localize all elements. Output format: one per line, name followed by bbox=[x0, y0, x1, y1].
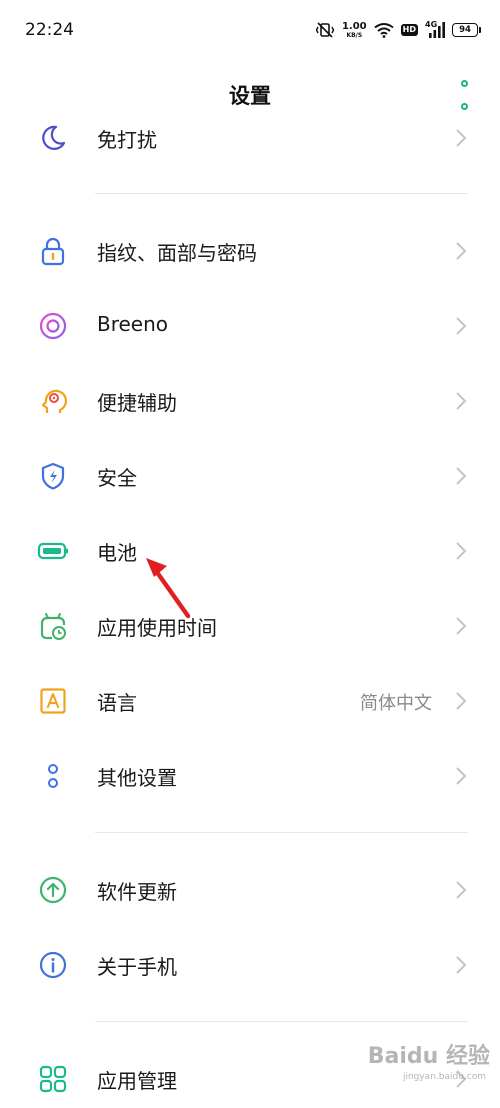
info-icon bbox=[37, 949, 69, 981]
chevron-right-icon bbox=[456, 617, 467, 635]
item-label: 指纹、面部与密码 bbox=[97, 241, 257, 265]
settings-item-do-not-disturb[interactable]: 免打扰 bbox=[0, 107, 500, 167]
chevron-right-icon bbox=[456, 692, 467, 710]
moon-icon bbox=[37, 122, 69, 154]
annotation-arrow-icon bbox=[146, 558, 191, 619]
settings-item-other-settings[interactable]: 其他设置 bbox=[0, 745, 500, 805]
settings-item-about-phone[interactable]: 关于手机 bbox=[0, 934, 500, 994]
hd-badge: HD bbox=[400, 24, 418, 36]
settings-item-app-usage-time[interactable]: 应用使用时间 bbox=[0, 595, 500, 655]
item-label: 安全 bbox=[97, 466, 137, 490]
signal-icon bbox=[429, 22, 445, 38]
settings-item-language[interactable]: 语言 简体中文 bbox=[0, 670, 500, 730]
dot-icon bbox=[460, 80, 468, 87]
divider bbox=[95, 1021, 468, 1022]
divider bbox=[95, 832, 468, 833]
settings-item-software-update[interactable]: 软件更新 bbox=[0, 859, 500, 919]
chevron-right-icon bbox=[456, 392, 467, 410]
chevron-right-icon bbox=[456, 242, 467, 260]
chevron-right-icon bbox=[456, 767, 467, 785]
more-options-button[interactable] bbox=[458, 80, 470, 110]
chevron-right-icon bbox=[456, 881, 467, 899]
app-timer-icon bbox=[37, 610, 69, 642]
page-title: 设置 bbox=[229, 84, 271, 108]
chevron-right-icon bbox=[456, 956, 467, 974]
item-label: 免打扰 bbox=[97, 128, 157, 152]
item-label: 便捷辅助 bbox=[97, 391, 177, 415]
battery-status: 94 bbox=[452, 23, 481, 37]
shield-icon bbox=[37, 460, 69, 492]
more-settings-icon bbox=[37, 760, 69, 792]
item-label: 电池 bbox=[97, 541, 137, 565]
speed-unit: KB/S bbox=[346, 31, 363, 39]
update-icon bbox=[37, 874, 69, 906]
divider bbox=[95, 193, 468, 194]
chevron-right-icon bbox=[456, 467, 467, 485]
item-label: 其他设置 bbox=[97, 766, 177, 790]
status-bar: 22:24 1.00 KB/S HD 4G 94 bbox=[0, 0, 500, 62]
assist-icon bbox=[37, 385, 69, 417]
settings-item-convenient-assist[interactable]: 便捷辅助 bbox=[0, 370, 500, 430]
speed-value: 1.00 bbox=[341, 20, 367, 32]
vibrate-mute-icon bbox=[315, 22, 335, 38]
lock-icon bbox=[37, 235, 69, 267]
chevron-right-icon bbox=[456, 542, 467, 560]
item-label: 语言 bbox=[97, 691, 137, 715]
chevron-right-icon bbox=[456, 129, 467, 147]
chevron-right-icon bbox=[456, 317, 467, 335]
wifi-icon bbox=[374, 23, 394, 38]
battery-icon bbox=[37, 535, 69, 567]
language-icon bbox=[37, 685, 69, 717]
status-time: 22:24 bbox=[25, 20, 74, 40]
item-label: 关于手机 bbox=[97, 955, 177, 979]
item-label: 软件更新 bbox=[97, 880, 177, 904]
network-speed: 1.00 KB/S bbox=[341, 20, 367, 39]
app-management-icon bbox=[37, 1063, 69, 1095]
item-label: 应用管理 bbox=[97, 1069, 177, 1093]
status-icons: 1.00 KB/S HD 4G 94 bbox=[315, 18, 481, 42]
language-value: 简体中文 bbox=[360, 693, 432, 714]
item-label: Breeno bbox=[97, 312, 169, 336]
settings-item-fingerprint-face-password[interactable]: 指纹、面部与密码 bbox=[0, 220, 500, 280]
settings-item-security[interactable]: 安全 bbox=[0, 445, 500, 505]
breeno-icon bbox=[37, 310, 69, 342]
watermark-logo: Baidu 经验 bbox=[367, 1044, 490, 1069]
watermark-url: jingyan.baidu.com bbox=[402, 1072, 486, 1082]
settings-item-breeno[interactable]: Breeno bbox=[0, 295, 500, 355]
cellular-signal: 4G bbox=[425, 20, 445, 39]
settings-item-battery[interactable]: 电池 bbox=[0, 520, 500, 580]
